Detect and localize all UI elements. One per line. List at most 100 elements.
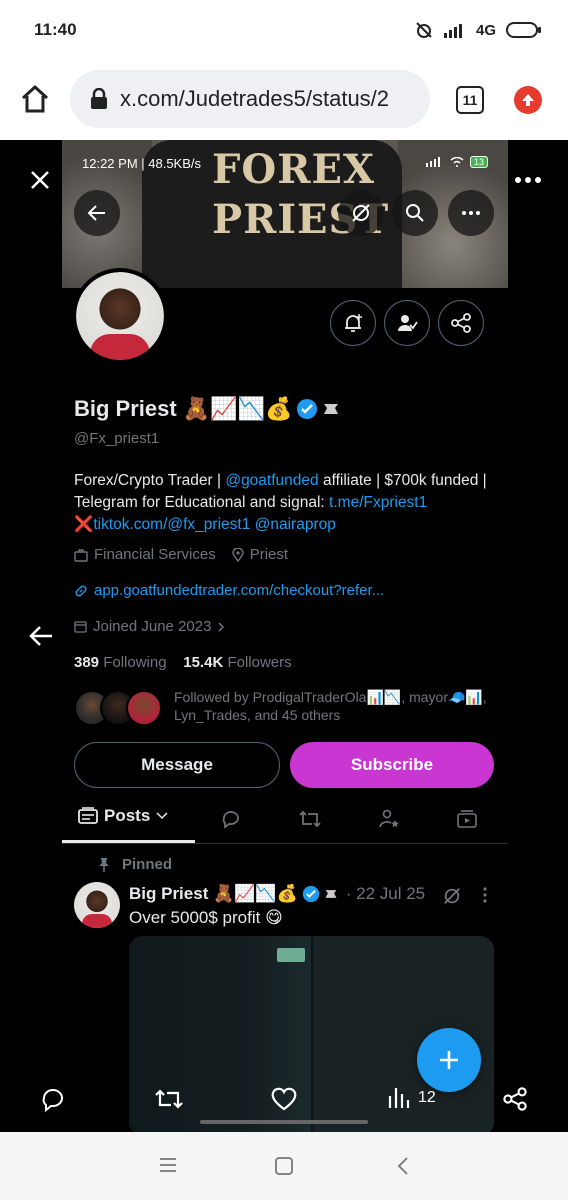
repost-button[interactable] (154, 1086, 184, 1112)
tab-replies-icon[interactable] (220, 808, 242, 830)
profile-banner: FOREX PRIEST 12:22 PM | 48.5KB/s 13 (62, 140, 508, 288)
post-author-avatar[interactable] (74, 882, 120, 928)
profile-website-row: app.goatfundedtrader.com/checkout?refer.… (74, 582, 384, 599)
follower-avatar-3 (126, 690, 162, 726)
chevron-right-icon[interactable] (217, 621, 225, 633)
search-button[interactable] (392, 190, 438, 236)
gesture-handle (200, 1120, 368, 1124)
followers-count: 15.4K (183, 654, 224, 671)
profile-name-row: Big Priest 🧸📈📉💰 (74, 396, 340, 422)
reply-button[interactable] (40, 1086, 66, 1112)
bio-text-1: Forex/Crypto Trader | (74, 472, 226, 489)
phone-status-bar: 11:40 4G (0, 0, 568, 62)
bio-link-goatfunded[interactable]: @goatfunded (225, 472, 318, 489)
following-stat[interactable]: 389 Following (74, 654, 167, 671)
bio-link-tiktok[interactable]: tiktok.com/@fx_priest1 (93, 516, 250, 533)
follow-stats: 389 Following 15.4K Followers (74, 654, 292, 671)
inner-signal-icon (425, 157, 440, 167)
message-button[interactable]: Message (74, 742, 280, 788)
search-icon (406, 204, 424, 222)
share-post-button[interactable] (502, 1086, 528, 1112)
followers-stat[interactable]: 15.4K Followers (183, 654, 291, 671)
more-horizontal-icon (462, 211, 480, 215)
briefcase-icon (74, 548, 88, 562)
post-header: Big Priest 🧸📈📉💰 · 22 Jul 25 (129, 884, 425, 904)
link-icon (75, 584, 87, 597)
views-chart-icon (388, 1088, 410, 1108)
post-text: Over 5000$ profit 😋 (129, 908, 283, 927)
tab-reposts-icon[interactable] (298, 808, 322, 830)
subscribe-button[interactable]: Subscribe (290, 742, 494, 788)
post-more-icon[interactable] (482, 886, 488, 904)
person-check-icon (398, 315, 418, 331)
grok-icon (352, 204, 370, 222)
image-viewer: FOREX PRIEST 12:22 PM | 48.5KB/s 13 Big … (0, 140, 568, 1132)
profile-name: Big Priest 🧸📈📉💰 (74, 396, 293, 421)
tab-switcher-button[interactable]: 11 (456, 86, 484, 114)
profile-joined-row: Joined June 2023 (74, 618, 225, 635)
inner-wifi-icon (450, 157, 464, 167)
status-time: 11:40 (34, 20, 77, 39)
posts-icon (78, 807, 98, 824)
post-grok-icon[interactable] (442, 886, 462, 906)
bio-link-telegram[interactable]: t.me/Fxpriest1 (329, 494, 427, 511)
arrow-left-icon (87, 205, 105, 221)
profile-bio: Forex/Crypto Trader | @goatfunded affili… (74, 470, 494, 536)
tab-posts[interactable]: Posts (78, 806, 168, 826)
grok-button[interactable] (338, 190, 384, 236)
back-nav-icon[interactable] (396, 1156, 410, 1176)
lock-icon (91, 88, 107, 109)
profile-avatar[interactable] (72, 268, 168, 364)
status-icons: 4G (414, 20, 542, 40)
post-verified-badge-icon (302, 885, 319, 903)
bio-link-nairaprop[interactable]: @nairaprop (255, 516, 336, 533)
pin-icon (99, 857, 109, 872)
inner-status-time: 12:22 PM | 48.5KB/s (82, 156, 201, 171)
share-profile-button[interactable] (438, 300, 484, 346)
following-label: Following (103, 654, 167, 671)
repost-icon (155, 1089, 183, 1109)
close-icon[interactable] (28, 168, 52, 192)
profile-tabs: Posts (62, 796, 508, 844)
profile-back-button[interactable] (74, 190, 120, 236)
tab-media-icon[interactable] (456, 808, 478, 830)
back-arrow-icon[interactable] (28, 624, 54, 648)
active-tab-indicator (62, 840, 195, 843)
calendar-icon (74, 621, 87, 633)
profile-screenshot: FOREX PRIEST 12:22 PM | 48.5KB/s 13 Big … (62, 140, 508, 1132)
reply-icon (42, 1089, 63, 1112)
followed-by-row[interactable]: Followed by ProdigalTraderOla📊📉, mayor🧢📊… (74, 688, 504, 732)
pinned-label: Pinned (122, 856, 173, 873)
signal-icon (443, 24, 462, 38)
location-pin-icon (232, 547, 244, 562)
update-button[interactable] (514, 86, 542, 114)
following-button[interactable] (384, 300, 430, 346)
home-nav-icon[interactable] (274, 1156, 294, 1176)
more-options-icon[interactable] (514, 170, 542, 190)
recent-apps-icon[interactable] (158, 1156, 178, 1174)
alarm-off-icon (416, 22, 432, 38)
tab-posts-label: Posts (104, 806, 151, 825)
profile-website-link[interactable]: app.goatfundedtrader.com/checkout?refer.… (94, 582, 384, 599)
inner-battery: 13 (469, 156, 488, 168)
following-count: 389 (74, 654, 100, 671)
verified-badge-icon (297, 399, 318, 419)
heart-icon (271, 1087, 297, 1111)
tab-highlights-icon[interactable] (378, 808, 400, 830)
network-type: 4G (475, 21, 496, 39)
home-icon[interactable] (20, 84, 50, 114)
like-button[interactable] (270, 1086, 298, 1112)
url-text: x.com/Judetrades5/status/2 (120, 86, 390, 111)
battery-icon (506, 22, 541, 38)
address-bar[interactable]: x.com/Judetrades5/status/2 (70, 70, 430, 128)
notifications-button[interactable] (330, 300, 376, 346)
views-button[interactable]: 12 (388, 1086, 436, 1110)
share-post-icon (503, 1087, 527, 1111)
browser-toolbar: x.com/Judetrades5/status/2 11 (0, 62, 568, 140)
chevron-down-icon (156, 812, 168, 820)
post-date: · 22 Jul 25 (345, 884, 426, 903)
system-nav-bar (0, 1120, 568, 1200)
arrow-up-icon (522, 94, 534, 106)
profile-more-button[interactable] (448, 190, 494, 236)
post-author-name[interactable]: Big Priest 🧸📈📉💰 (129, 884, 298, 904)
